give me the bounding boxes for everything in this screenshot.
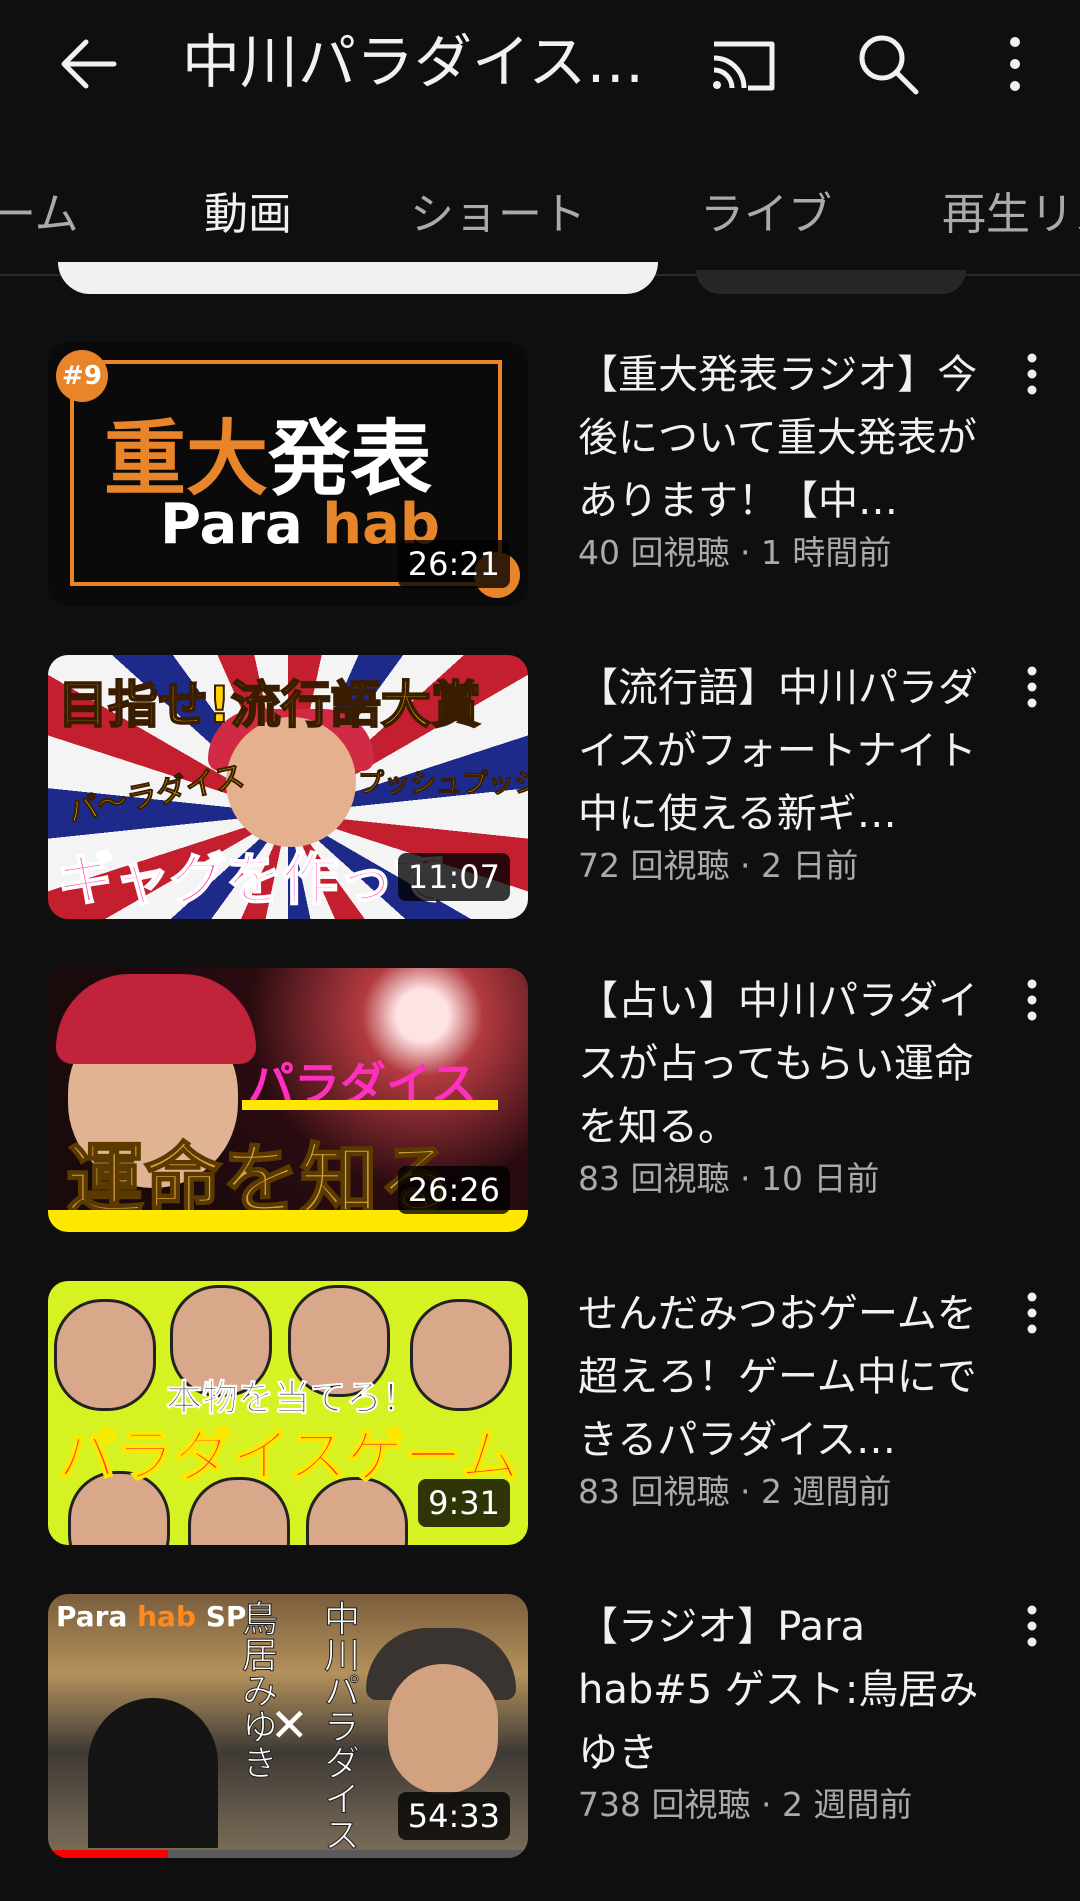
video-title[interactable]: 【流行語】中川パラダイスがフォートナイト中に使える新ギ… — [578, 657, 998, 846]
episode-badge: #9 — [56, 350, 108, 402]
video-title[interactable]: 【占い】中川パラダイスが占ってもらい運命を知る。 — [578, 970, 998, 1159]
thumbnail-logo: Para hab SP — [56, 1600, 247, 1633]
thumbnail-caption-left: パ〜ラダイス — [65, 758, 248, 831]
filter-chip-latest[interactable] — [58, 262, 658, 294]
watch-progress-fill — [48, 1850, 168, 1858]
channel-title: 中川パラダイス… — [182, 28, 645, 96]
duration-badge: 11:07 — [397, 853, 510, 901]
video-item[interactable]: #9 重大発表 Para hab 26:21 【重大発表ラジオ】今後について重大… — [0, 342, 1080, 612]
tab-videos[interactable]: 動画 — [204, 178, 292, 242]
thumbnail-host-name: 中川パラダイス — [318, 1600, 360, 1853]
thumbnail-face — [54, 1299, 156, 1411]
video-item[interactable]: 本物を当てろ！ パラダイスゲーム 9:31 せんだみつおゲームを超えろ！ゲーム中… — [0, 1281, 1080, 1551]
thumbnail-host — [388, 1664, 498, 1794]
video-menu-icon[interactable] — [1018, 974, 1046, 1030]
duration-badge: 26:26 — [397, 1166, 510, 1214]
tab-shorts[interactable]: ショート — [410, 178, 586, 242]
duration-badge: 26:21 — [397, 540, 510, 588]
video-menu-icon[interactable] — [1018, 661, 1046, 717]
thumbnail-cross: ✕ — [270, 1698, 309, 1752]
thumbnail-guest-name: 鳥居みゆき — [236, 1600, 278, 1781]
thumbnail-guest — [88, 1698, 218, 1848]
cast-icon[interactable] — [708, 30, 778, 100]
tab-live[interactable]: ライブ — [700, 178, 832, 242]
video-item[interactable]: 目指せ!流行語大賞 パ〜ラダイス プッシュプッシュ ギャグを作って 11:07 … — [0, 655, 1080, 925]
video-meta: 83 回視聴 · 10 日前 — [578, 1159, 880, 1198]
duration-badge: 54:33 — [397, 1792, 510, 1840]
more-vertical-icon[interactable] — [1000, 28, 1030, 100]
video-item[interactable]: パラダイス 運命を知る 26:26 【占い】中川パラダイスが占ってもらい運命を知… — [0, 968, 1080, 1238]
thumbnail-caption-right: プッシュプッシュ — [357, 769, 528, 800]
app-bar: 中川パラダイス… — [0, 0, 1080, 128]
video-thumbnail[interactable]: Para hab SP 鳥居みゆき ✕ 中川パラダイス 54:33 — [48, 1594, 528, 1858]
search-icon[interactable] — [850, 26, 926, 102]
thumbnail-hat — [56, 974, 256, 1064]
thumbnail-underline — [242, 1100, 498, 1110]
video-menu-icon[interactable] — [1018, 1600, 1046, 1656]
video-meta: 72 回視聴 · 2 日前 — [578, 846, 859, 885]
duration-badge: 9:31 — [418, 1479, 510, 1527]
video-title[interactable]: 【ラジオ】Para hab#5 ゲスト:鳥居みゆき — [578, 1596, 998, 1785]
tab-playlists[interactable]: 再生リス — [942, 178, 1080, 242]
video-meta: 83 回視聴 · 2 週間前 — [578, 1472, 892, 1511]
watch-progress-bar — [48, 1850, 528, 1858]
video-title[interactable]: 【重大発表ラジオ】今後について重大発表があります！【中… — [578, 344, 998, 533]
thumbnail-subheadline: ギャグを作って — [57, 847, 448, 914]
video-menu-icon[interactable] — [1018, 1287, 1046, 1343]
thumbnail-headline: 目指せ!流行語大賞 — [57, 675, 482, 735]
thumbnail-face — [410, 1299, 512, 1411]
video-menu-icon[interactable] — [1018, 348, 1046, 404]
back-arrow-icon[interactable] — [52, 28, 124, 100]
video-meta: 40 回視聴 · 1 時間前 — [578, 533, 892, 572]
video-title[interactable]: せんだみつおゲームを超えろ！ゲーム中にできるパラダイス… — [578, 1283, 998, 1472]
filter-chip-popular[interactable] — [696, 270, 966, 294]
video-thumbnail[interactable]: 本物を当てろ！ パラダイスゲーム 9:31 — [48, 1281, 528, 1545]
tab-home[interactable]: ーム — [0, 178, 79, 242]
video-thumbnail[interactable]: パラダイス 運命を知る 26:26 — [48, 968, 528, 1232]
video-item[interactable]: Para hab SP 鳥居みゆき ✕ 中川パラダイス 54:33 【ラジオ】P… — [0, 1594, 1080, 1864]
video-meta: 738 回視聴 · 2 週間前 — [578, 1785, 913, 1824]
video-thumbnail[interactable]: #9 重大発表 Para hab 26:21 — [48, 342, 528, 606]
channel-tabs: ーム 動画 ショート ライブ 再生リス — [0, 158, 1080, 276]
video-thumbnail[interactable]: 目指せ!流行語大賞 パ〜ラダイス プッシュプッシュ ギャグを作って 11:07 — [48, 655, 528, 919]
